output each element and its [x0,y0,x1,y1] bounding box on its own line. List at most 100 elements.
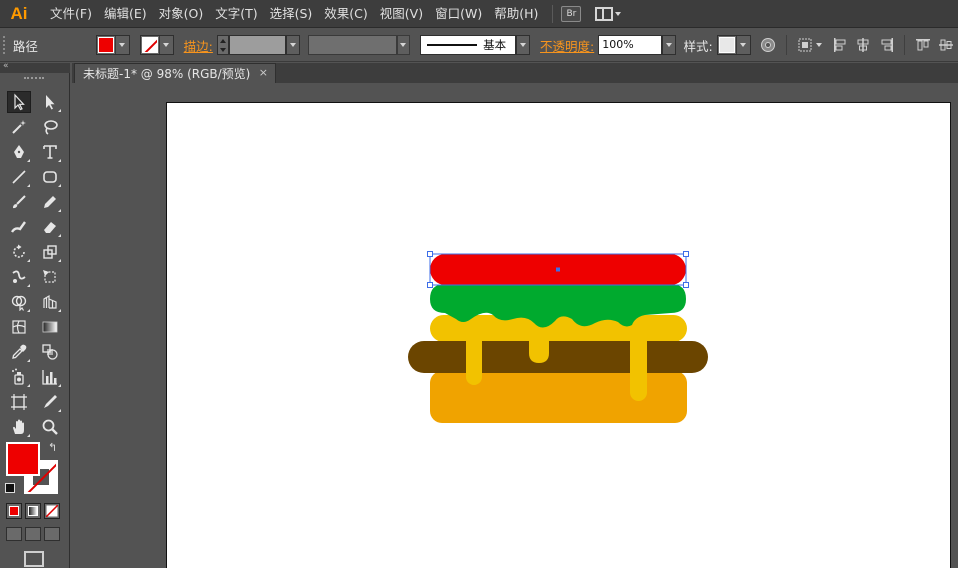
align-right-button[interactable] [878,36,895,54]
menu-object[interactable]: 对象(O) [153,0,210,28]
warp-tool[interactable] [7,266,31,288]
panel-grip[interactable] [3,36,9,54]
mesh-tool[interactable] [7,316,31,338]
menu-help[interactable]: 帮助(H) [488,0,544,28]
rotate-tool-icon [13,244,25,258]
slice-tool[interactable] [38,391,62,413]
menu-file[interactable]: 文件(F) [44,0,98,28]
shape-builder-tool-icon [11,295,27,311]
chevron-down-icon [665,43,672,47]
workspace-switcher-button[interactable] [595,6,622,21]
direct-selection-tool-icon [46,95,55,110]
color-wheel-icon [761,38,776,52]
brush-definition-dropdown[interactable]: 基本 [420,35,517,55]
align-top-icon [915,39,930,51]
free-transform-tool[interactable] [38,266,62,288]
shape-builder-tool[interactable] [7,291,31,313]
fill-color-dropdown[interactable] [95,35,130,55]
patty-shape[interactable] [408,341,708,373]
control-separator [904,35,906,55]
document-tab[interactable]: 未标题-1* @ 98% (RGB/预览) × [74,63,276,83]
direct-selection-tool[interactable] [38,91,62,113]
align-left-button[interactable] [831,36,848,54]
magic-wand-tool-icon [12,120,26,134]
line-segment-tool[interactable] [7,166,31,188]
bridge-button[interactable]: Br [561,5,582,22]
menu-view[interactable]: 视图(V) [374,0,429,28]
hand-tool[interactable] [7,416,31,438]
menu-bar: Ai 文件(F) 编辑(E) 对象(O) 文字(T) 选择(S) 效果(C) 视… [0,0,958,28]
menu-type[interactable]: 文字(T) [209,0,263,28]
none-button[interactable] [44,503,60,519]
opacity-dropdown[interactable] [661,35,676,55]
selection-tool[interactable] [7,91,31,113]
fill-color-box[interactable] [6,442,40,476]
hand-tool-icon [13,419,24,434]
stroke-weight-dropdown[interactable] [286,35,300,55]
cheese-drip-right[interactable] [630,331,647,401]
arrange-documents-icon [595,6,614,21]
magic-wand-tool[interactable] [7,116,31,138]
align-vertical-center-button[interactable] [938,36,955,54]
pen-tool[interactable] [7,141,31,163]
eraser-tool[interactable] [38,216,62,238]
opacity-input[interactable]: 100% [598,35,662,55]
cheese-drip-middle[interactable] [529,329,549,363]
opacity-panel-link[interactable]: 不透明度: [540,36,594,55]
column-graph-tool[interactable] [38,366,62,388]
align-top-button[interactable] [914,36,931,54]
draw-behind-button[interactable] [25,527,41,541]
draw-inside-button[interactable] [44,527,60,541]
menu-effect[interactable]: 效果(C) [318,0,373,28]
rounded-rectangle-tool[interactable] [38,166,62,188]
paintbrush-tool[interactable] [7,191,31,213]
lasso-tool[interactable] [38,116,62,138]
blend-tool[interactable] [38,341,62,363]
color-button[interactable] [6,503,22,519]
panel-grip[interactable] [24,77,44,80]
align-center-icon [857,38,869,52]
gradient-tool[interactable] [38,316,62,338]
scale-tool[interactable] [38,241,62,263]
align-to-selection-button[interactable] [796,36,813,54]
rotate-tool[interactable] [7,241,31,263]
collapse-panel-icon[interactable]: « [3,61,9,71]
close-icon[interactable]: × [259,66,268,79]
stroke-color-dropdown[interactable] [139,35,174,55]
blob-brush-tool[interactable] [7,216,31,238]
artboard-tool[interactable] [7,391,31,413]
stroke-weight-stepper[interactable] [216,35,229,55]
variable-width-profile-dropdown[interactable] [307,35,397,55]
swap-fill-stroke-icon[interactable]: ↰ [48,441,57,454]
menu-edit[interactable]: 编辑(E) [98,0,153,28]
align-horizontal-center-button[interactable] [855,36,872,54]
type-tool[interactable] [38,141,62,163]
tools-panel-header[interactable]: « [0,61,70,73]
default-fill-stroke-icon[interactable] [5,483,15,493]
selection-type-label: 路径 [12,38,38,54]
align-to-icon [798,38,812,52]
menu-select[interactable]: 选择(S) [264,0,319,28]
artboard[interactable] [166,102,951,568]
cheese-drip-left[interactable] [466,331,482,385]
recolor-artwork-button[interactable] [760,36,777,54]
pencil-tool[interactable] [38,191,62,213]
zoom-tool[interactable] [38,416,62,438]
stroke-weight-input[interactable] [228,35,287,55]
change-screen-mode-button[interactable] [24,551,44,567]
gradient-button[interactable] [25,503,41,519]
graphic-style-dropdown[interactable] [716,35,751,55]
draw-normal-button[interactable] [6,527,22,541]
menu-window[interactable]: 窗口(W) [429,0,488,28]
type-tool-icon [43,145,57,159]
stroke-panel-link[interactable]: 描边: [184,36,213,55]
brush-definition-arrow[interactable] [516,35,530,55]
perspective-grid-tool[interactable] [38,291,62,313]
warp-tool-icon [12,270,26,283]
selection-tool-icon [14,93,25,111]
variable-width-profile-arrow[interactable] [396,35,411,55]
symbol-sprayer-tool[interactable] [7,366,31,388]
fill-swatch [97,37,114,53]
eyedropper-tool[interactable] [7,341,31,363]
zoom-tool-icon [42,419,58,435]
